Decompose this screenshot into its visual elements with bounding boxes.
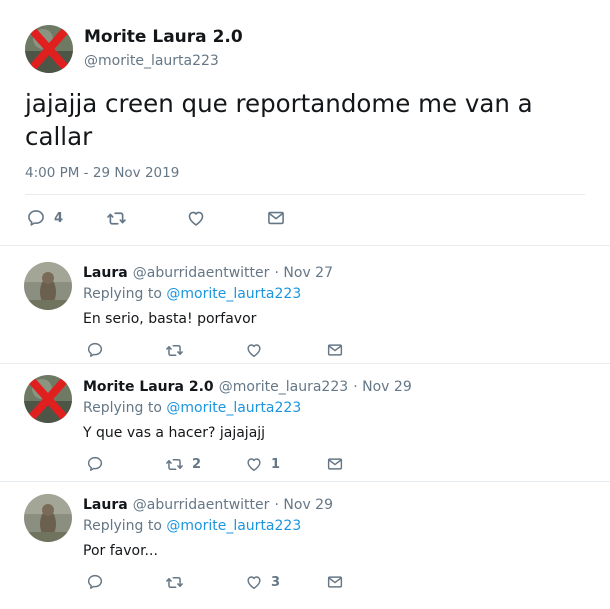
reply-count: 4 <box>54 210 64 226</box>
like-count: 1 <box>271 456 281 472</box>
like-button[interactable]: 1 <box>245 455 280 473</box>
retweet-icon <box>165 573 184 592</box>
reply-text: Y que vas a hacer? jajajajj <box>83 425 266 441</box>
reply-button[interactable]: 4 <box>26 208 63 228</box>
retweet-button[interactable] <box>165 573 192 592</box>
divider <box>0 481 610 482</box>
retweet-button[interactable] <box>165 341 192 360</box>
envelope-icon <box>326 455 344 473</box>
reply-date[interactable]: · Nov 29 <box>353 379 412 395</box>
divider <box>25 194 585 195</box>
retweet-icon <box>165 341 184 360</box>
like-button[interactable] <box>186 208 214 228</box>
direct-message-button[interactable] <box>326 341 344 359</box>
reply-author-handle[interactable]: @morite_laura223 <box>219 379 348 395</box>
heart-icon <box>186 208 206 228</box>
reply-icon <box>86 573 104 591</box>
reply-avatar[interactable] <box>24 262 72 310</box>
avatar-image <box>25 25 73 73</box>
author-handle[interactable]: @morite_laurta223 <box>84 53 219 69</box>
tweet-text: jajajja creen que reportandome me van a … <box>25 89 533 151</box>
replying-to: Replying to @morite_laurta223 <box>83 400 301 416</box>
reply-button[interactable] <box>86 341 112 359</box>
reply-author-name[interactable]: Morite Laura 2.0 <box>83 379 214 395</box>
direct-message-button[interactable] <box>326 455 344 473</box>
reply-text: Por favor... <box>83 543 158 559</box>
avatar-image <box>24 494 72 542</box>
divider <box>0 245 610 246</box>
reply-header: Laura @aburridaentwitter · Nov 27 <box>83 262 333 281</box>
author-name[interactable]: Morite Laura 2.0 <box>84 27 243 47</box>
reply-icon <box>26 208 46 228</box>
replying-to: Replying to @morite_laurta223 <box>83 286 301 302</box>
reply-header: Morite Laura 2.0 @morite_laura223 · Nov … <box>83 376 412 395</box>
replying-to-label: Replying to <box>83 400 162 416</box>
direct-message-button[interactable] <box>326 573 344 591</box>
reply-avatar[interactable] <box>24 494 72 542</box>
reply-header: Laura @aburridaentwitter · Nov 29 <box>83 494 333 513</box>
replying-to-label: Replying to <box>83 286 162 302</box>
replying-to-link[interactable]: @morite_laurta223 <box>166 518 301 534</box>
avatar-image <box>24 262 72 310</box>
reply-author-name[interactable]: Laura <box>83 265 128 281</box>
envelope-icon <box>326 573 344 591</box>
heart-icon <box>245 341 263 359</box>
author-avatar[interactable] <box>25 25 73 73</box>
avatar-image <box>24 375 72 423</box>
retweet-icon <box>165 455 184 474</box>
direct-message-button[interactable] <box>266 208 286 228</box>
reply-button[interactable] <box>86 455 112 473</box>
reply-avatar[interactable] <box>24 375 72 423</box>
like-count: 3 <box>271 574 281 590</box>
replying-to-label: Replying to <box>83 518 162 534</box>
reply-text: En serio, basta! porfavor <box>83 311 257 327</box>
retweet-icon <box>106 208 127 229</box>
heart-icon <box>245 455 263 473</box>
replying-to: Replying to @morite_laurta223 <box>83 518 301 534</box>
retweet-count: 2 <box>192 457 202 472</box>
reply-icon <box>86 341 104 359</box>
retweet-button[interactable] <box>106 208 135 229</box>
reply-date[interactable]: · Nov 27 <box>275 265 334 281</box>
reply-date[interactable]: · Nov 29 <box>275 497 334 513</box>
retweet-button[interactable]: 2 <box>165 455 201 474</box>
reply-icon <box>86 455 104 473</box>
reply-author-handle[interactable]: @aburridaentwitter <box>133 497 270 513</box>
envelope-icon <box>326 341 344 359</box>
envelope-icon <box>266 208 286 228</box>
reply-author-name[interactable]: Laura <box>83 497 128 513</box>
like-button[interactable] <box>245 341 271 359</box>
reply-author-handle[interactable]: @aburridaentwitter <box>133 265 270 281</box>
heart-icon <box>245 573 263 591</box>
replying-to-link[interactable]: @morite_laurta223 <box>166 286 301 302</box>
replying-to-link[interactable]: @morite_laurta223 <box>166 400 301 416</box>
divider <box>0 363 610 364</box>
tweet-timestamp[interactable]: 4:00 PM - 29 Nov 2019 <box>25 165 179 181</box>
reply-button[interactable] <box>86 573 112 591</box>
like-button[interactable]: 3 <box>245 573 280 591</box>
